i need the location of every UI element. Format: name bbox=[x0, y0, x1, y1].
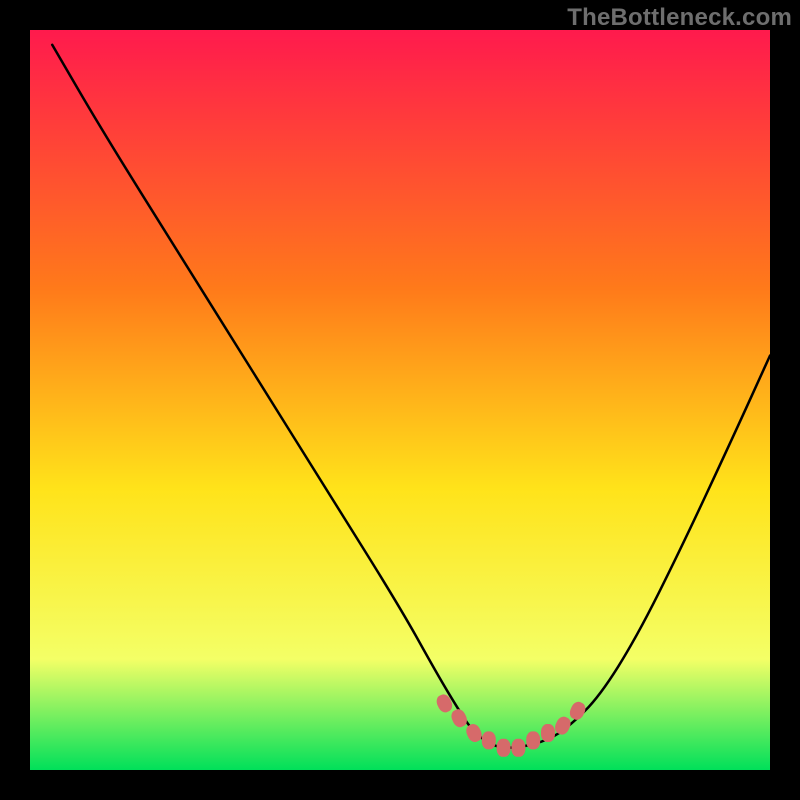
marker-dot bbox=[497, 739, 511, 757]
marker-dot bbox=[526, 731, 540, 749]
marker-dot bbox=[541, 724, 555, 742]
chart-frame: TheBottleneck.com bbox=[0, 0, 800, 800]
chart-svg bbox=[30, 30, 770, 770]
gradient-background bbox=[30, 30, 770, 770]
marker-dot bbox=[511, 739, 525, 757]
watermark-text: TheBottleneck.com bbox=[567, 4, 792, 32]
plot-area bbox=[30, 30, 770, 770]
marker-dot bbox=[482, 731, 496, 749]
